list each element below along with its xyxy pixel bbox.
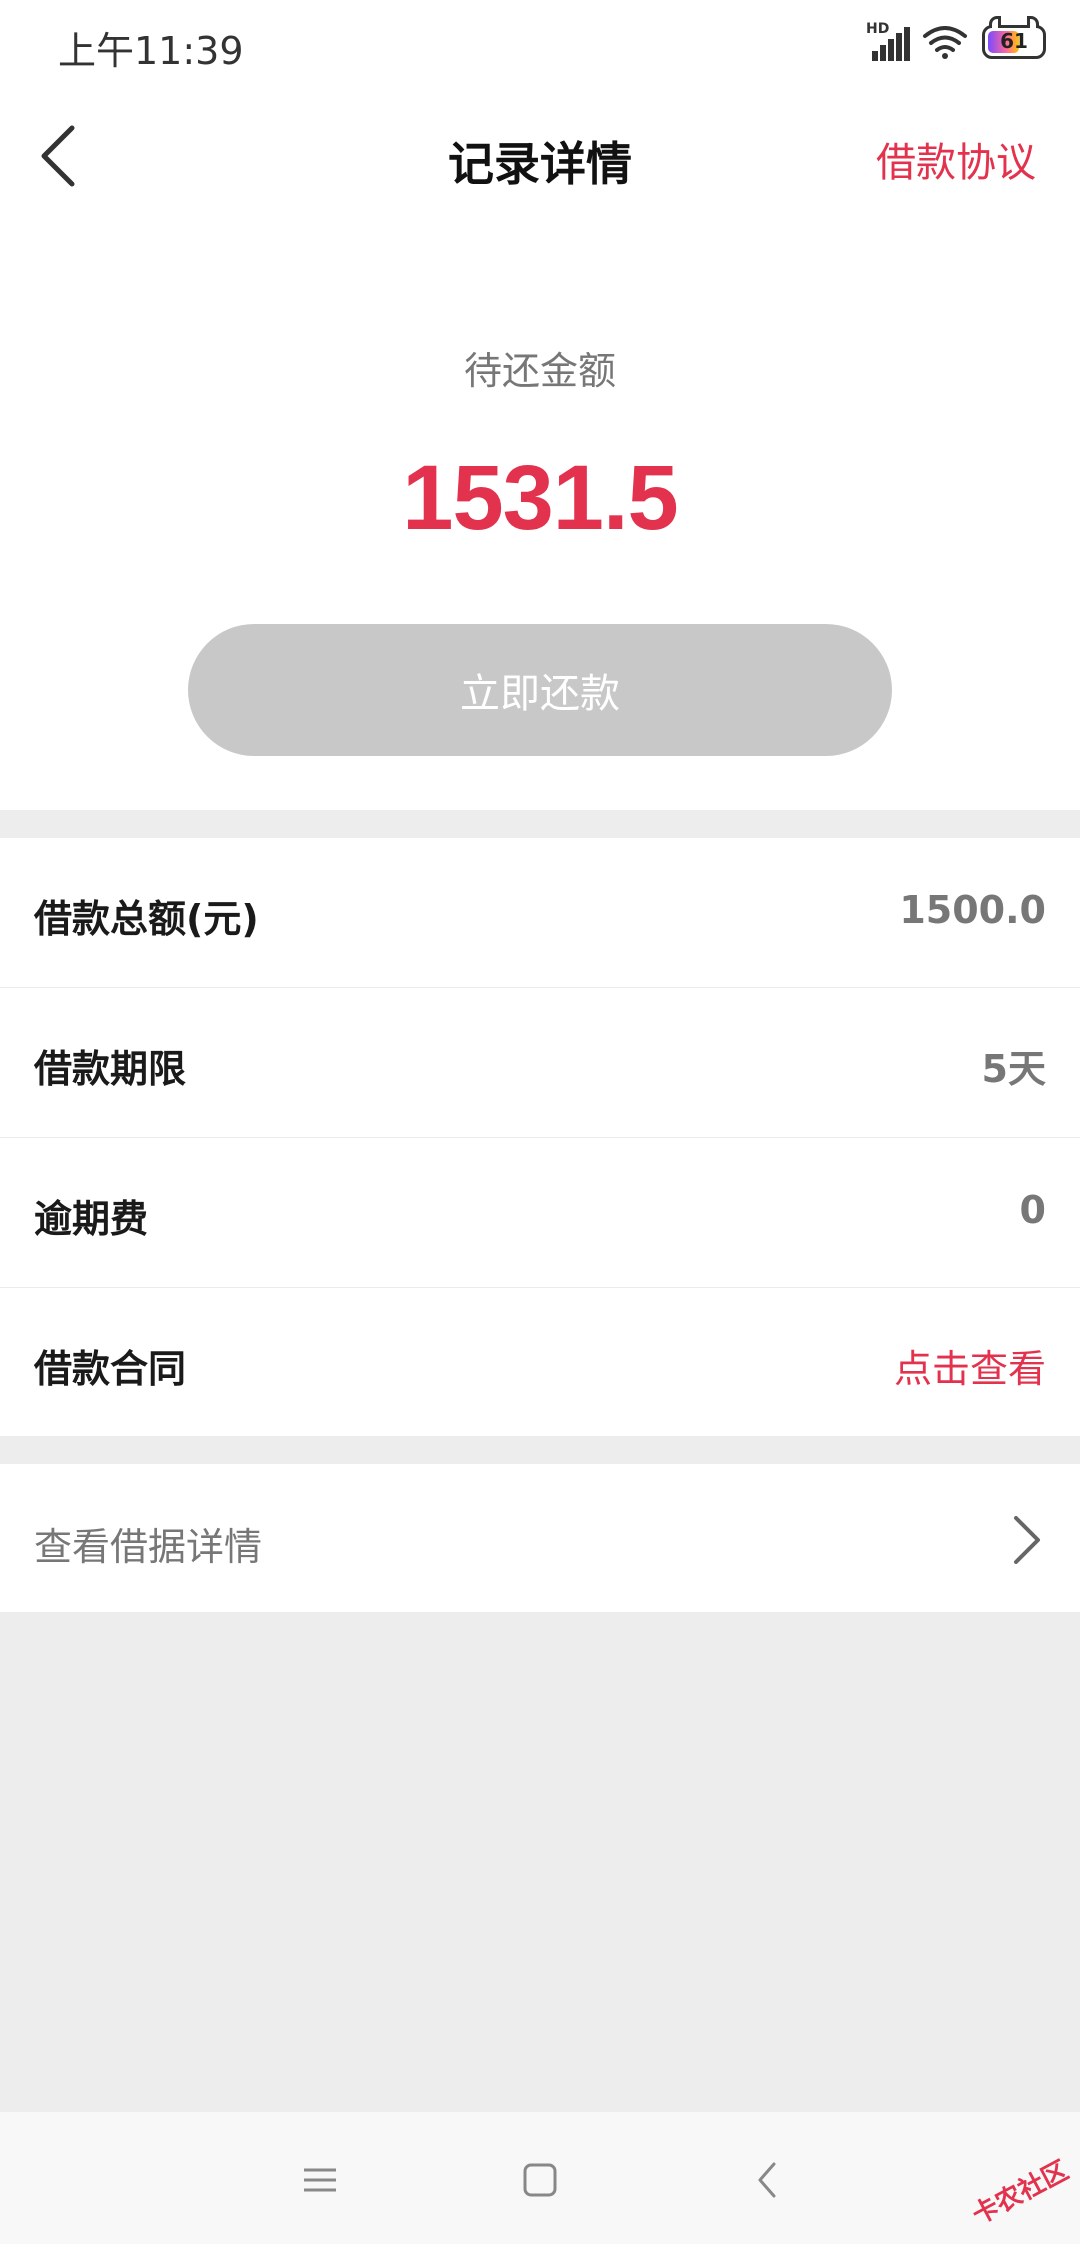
system-nav-bar xyxy=(0,2112,1080,2244)
amount-due-card: 待还金额 1531.5 立即还款 xyxy=(0,226,1080,810)
receipt-label: 查看借据详情 xyxy=(34,1525,263,1569)
loan-details-list: 借款总额(元) 1500.0 借款期限 5天 逾期费 0 借款合同 点击查看 xyxy=(0,838,1080,1436)
home-icon[interactable] xyxy=(510,2150,570,2210)
detail-value: 0 xyxy=(1019,1188,1046,1232)
detail-value: 1500.0 xyxy=(899,888,1046,932)
network-label: HD xyxy=(866,21,890,37)
amount-due-value: 1531.5 xyxy=(402,447,678,549)
status-time: 上午11:39 xyxy=(58,29,244,73)
detail-value: 5天 xyxy=(981,1047,1046,1091)
detail-row-overdue-fee: 逾期费 0 xyxy=(0,1138,1080,1288)
wifi-icon xyxy=(922,24,968,60)
view-receipt-details-row[interactable]: 查看借据详情 xyxy=(0,1464,1080,1612)
header: 记录详情 借款协议 xyxy=(0,86,1080,226)
loan-agreement-link[interactable]: 借款协议 xyxy=(876,130,1036,188)
detail-label: 借款合同 xyxy=(34,1347,187,1391)
detail-row-loan-term: 借款期限 5天 xyxy=(0,988,1080,1138)
detail-row-total-amount: 借款总额(元) 1500.0 xyxy=(0,838,1080,988)
status-bar: 上午11:39 HD 61 xyxy=(0,0,1080,86)
nav-back-icon[interactable] xyxy=(738,2150,798,2210)
battery-level: 61 xyxy=(1000,29,1028,53)
view-contract-link[interactable]: 点击查看 xyxy=(894,1338,1046,1393)
status-icons: HD 61 xyxy=(866,16,1046,62)
detail-label: 借款期限 xyxy=(34,1047,187,1091)
detail-label: 逾期费 xyxy=(34,1197,149,1241)
battery-icon: 61 xyxy=(982,16,1046,59)
amount-due-label: 待还金额 xyxy=(463,349,616,393)
signal-icon: HD xyxy=(866,21,910,61)
detail-label: 借款总额(元) xyxy=(34,897,259,941)
chevron-right-icon xyxy=(1006,1510,1046,1570)
repay-now-button[interactable]: 立即还款 xyxy=(188,624,892,756)
detail-row-loan-contract: 借款合同 点击查看 xyxy=(0,1288,1080,1438)
menu-icon[interactable] xyxy=(290,2150,350,2210)
